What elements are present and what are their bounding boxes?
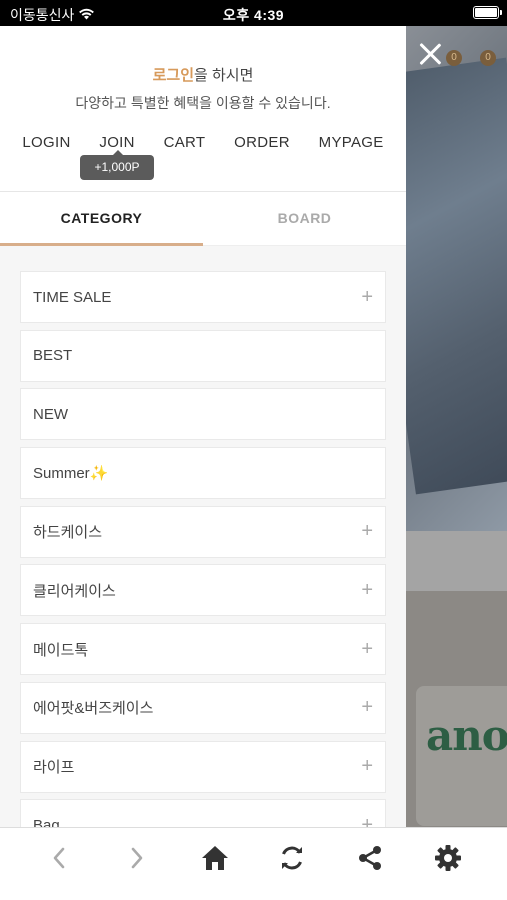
expand-plus-icon[interactable]: + <box>361 755 373 778</box>
category-item-bag[interactable]: Bag + <box>20 799 386 827</box>
category-label: BEST <box>33 347 73 365</box>
category-item-summer[interactable]: Summer✨ <box>20 447 386 500</box>
category-label: NEW <box>33 405 68 423</box>
expand-plus-icon[interactable]: + <box>361 696 373 719</box>
background-band <box>406 531 507 591</box>
category-label: 에어팟&버즈케이스 <box>33 700 154 718</box>
side-drawer: 로그인을 하시면 다양하고 특별한 혜택을 이용할 수 있습니다. LOGIN … <box>0 26 406 827</box>
category-label: 클리어케이스 <box>33 582 116 600</box>
expand-plus-icon[interactable]: + <box>361 814 373 827</box>
share-icon[interactable] <box>350 838 390 878</box>
category-label: Summer✨ <box>33 465 109 483</box>
category-item-clear-case[interactable]: 클리어케이스 + <box>20 564 386 617</box>
expand-plus-icon[interactable]: + <box>361 520 373 543</box>
join-link[interactable]: JOIN <box>99 134 134 151</box>
login-message: 로그인을 하시면 다양하고 특별한 혜택을 이용할 수 있습니다. <box>0 26 406 113</box>
category-list: TIME SALE + BEST NEW Summer✨ 하드케이스 + 클리어케이… <box>0 246 406 827</box>
tab-board[interactable]: BOARD <box>203 192 406 246</box>
login-link[interactable]: LOGIN <box>22 134 70 151</box>
category-item-life[interactable]: 라이프 + <box>20 740 386 793</box>
login-message-line2: 다양하고 특별한 혜택을 이용할 수 있습니다. <box>75 95 331 111</box>
forward-chevron-icon[interactable] <box>117 838 157 878</box>
drawer-tabs: CATEGORY BOARD <box>0 191 406 246</box>
category-item-new[interactable]: NEW <box>20 388 386 441</box>
background-badge: 0 <box>480 50 496 66</box>
category-item-airpods-buds-case[interactable]: 에어팟&버즈케이스 + <box>20 681 386 734</box>
status-bar: 이동통신사 오후 4:39 <box>0 0 507 26</box>
category-label: Bag <box>33 816 60 827</box>
status-time: 오후 4:39 <box>222 7 285 23</box>
expand-plus-icon[interactable]: + <box>361 638 373 661</box>
cart-link[interactable]: CART <box>164 134 206 151</box>
gear-icon[interactable] <box>428 838 468 878</box>
refresh-icon[interactable] <box>272 838 312 878</box>
expand-plus-icon[interactable]: + <box>361 579 373 602</box>
expand-plus-icon[interactable]: + <box>361 286 373 309</box>
category-item-madetalk[interactable]: 메이드톡 + <box>20 623 386 676</box>
background-header-icons: 0 0 <box>446 50 496 66</box>
category-item-time-sale[interactable]: TIME SALE + <box>20 271 386 323</box>
home-icon[interactable] <box>195 838 235 878</box>
category-label: 라이프 <box>33 759 75 776</box>
mypage-link[interactable]: MYPAGE <box>319 134 384 151</box>
login-message-line1: 로그인을 하시면 <box>0 64 406 85</box>
background-page: 0 0 anoth <box>406 26 507 827</box>
category-item-best[interactable]: BEST <box>20 329 386 382</box>
category-label: TIME SALE <box>33 288 112 306</box>
category-label: 메이드톡 <box>33 641 89 659</box>
battery-icon <box>473 6 502 19</box>
back-chevron-icon[interactable] <box>39 838 79 878</box>
background-case-text: anoth <box>426 711 507 760</box>
join-points-tooltip: +1,000P <box>80 150 154 180</box>
close-icon[interactable] <box>416 40 444 68</box>
login-message-rest: 을 하시면 <box>194 67 254 84</box>
background-stone-image <box>406 57 507 495</box>
bottom-toolbar <box>0 827 507 900</box>
order-link[interactable]: ORDER <box>234 134 290 151</box>
login-link-highlight[interactable]: 로그인 <box>153 67 194 84</box>
category-label: 하드케이스 <box>33 524 103 542</box>
background-badge: 0 <box>446 50 462 66</box>
tab-category[interactable]: CATEGORY <box>0 192 203 246</box>
member-links: LOGIN JOIN CART ORDER MYPAGE <box>0 134 406 151</box>
category-item-hard-case[interactable]: 하드케이스 + <box>20 505 386 558</box>
